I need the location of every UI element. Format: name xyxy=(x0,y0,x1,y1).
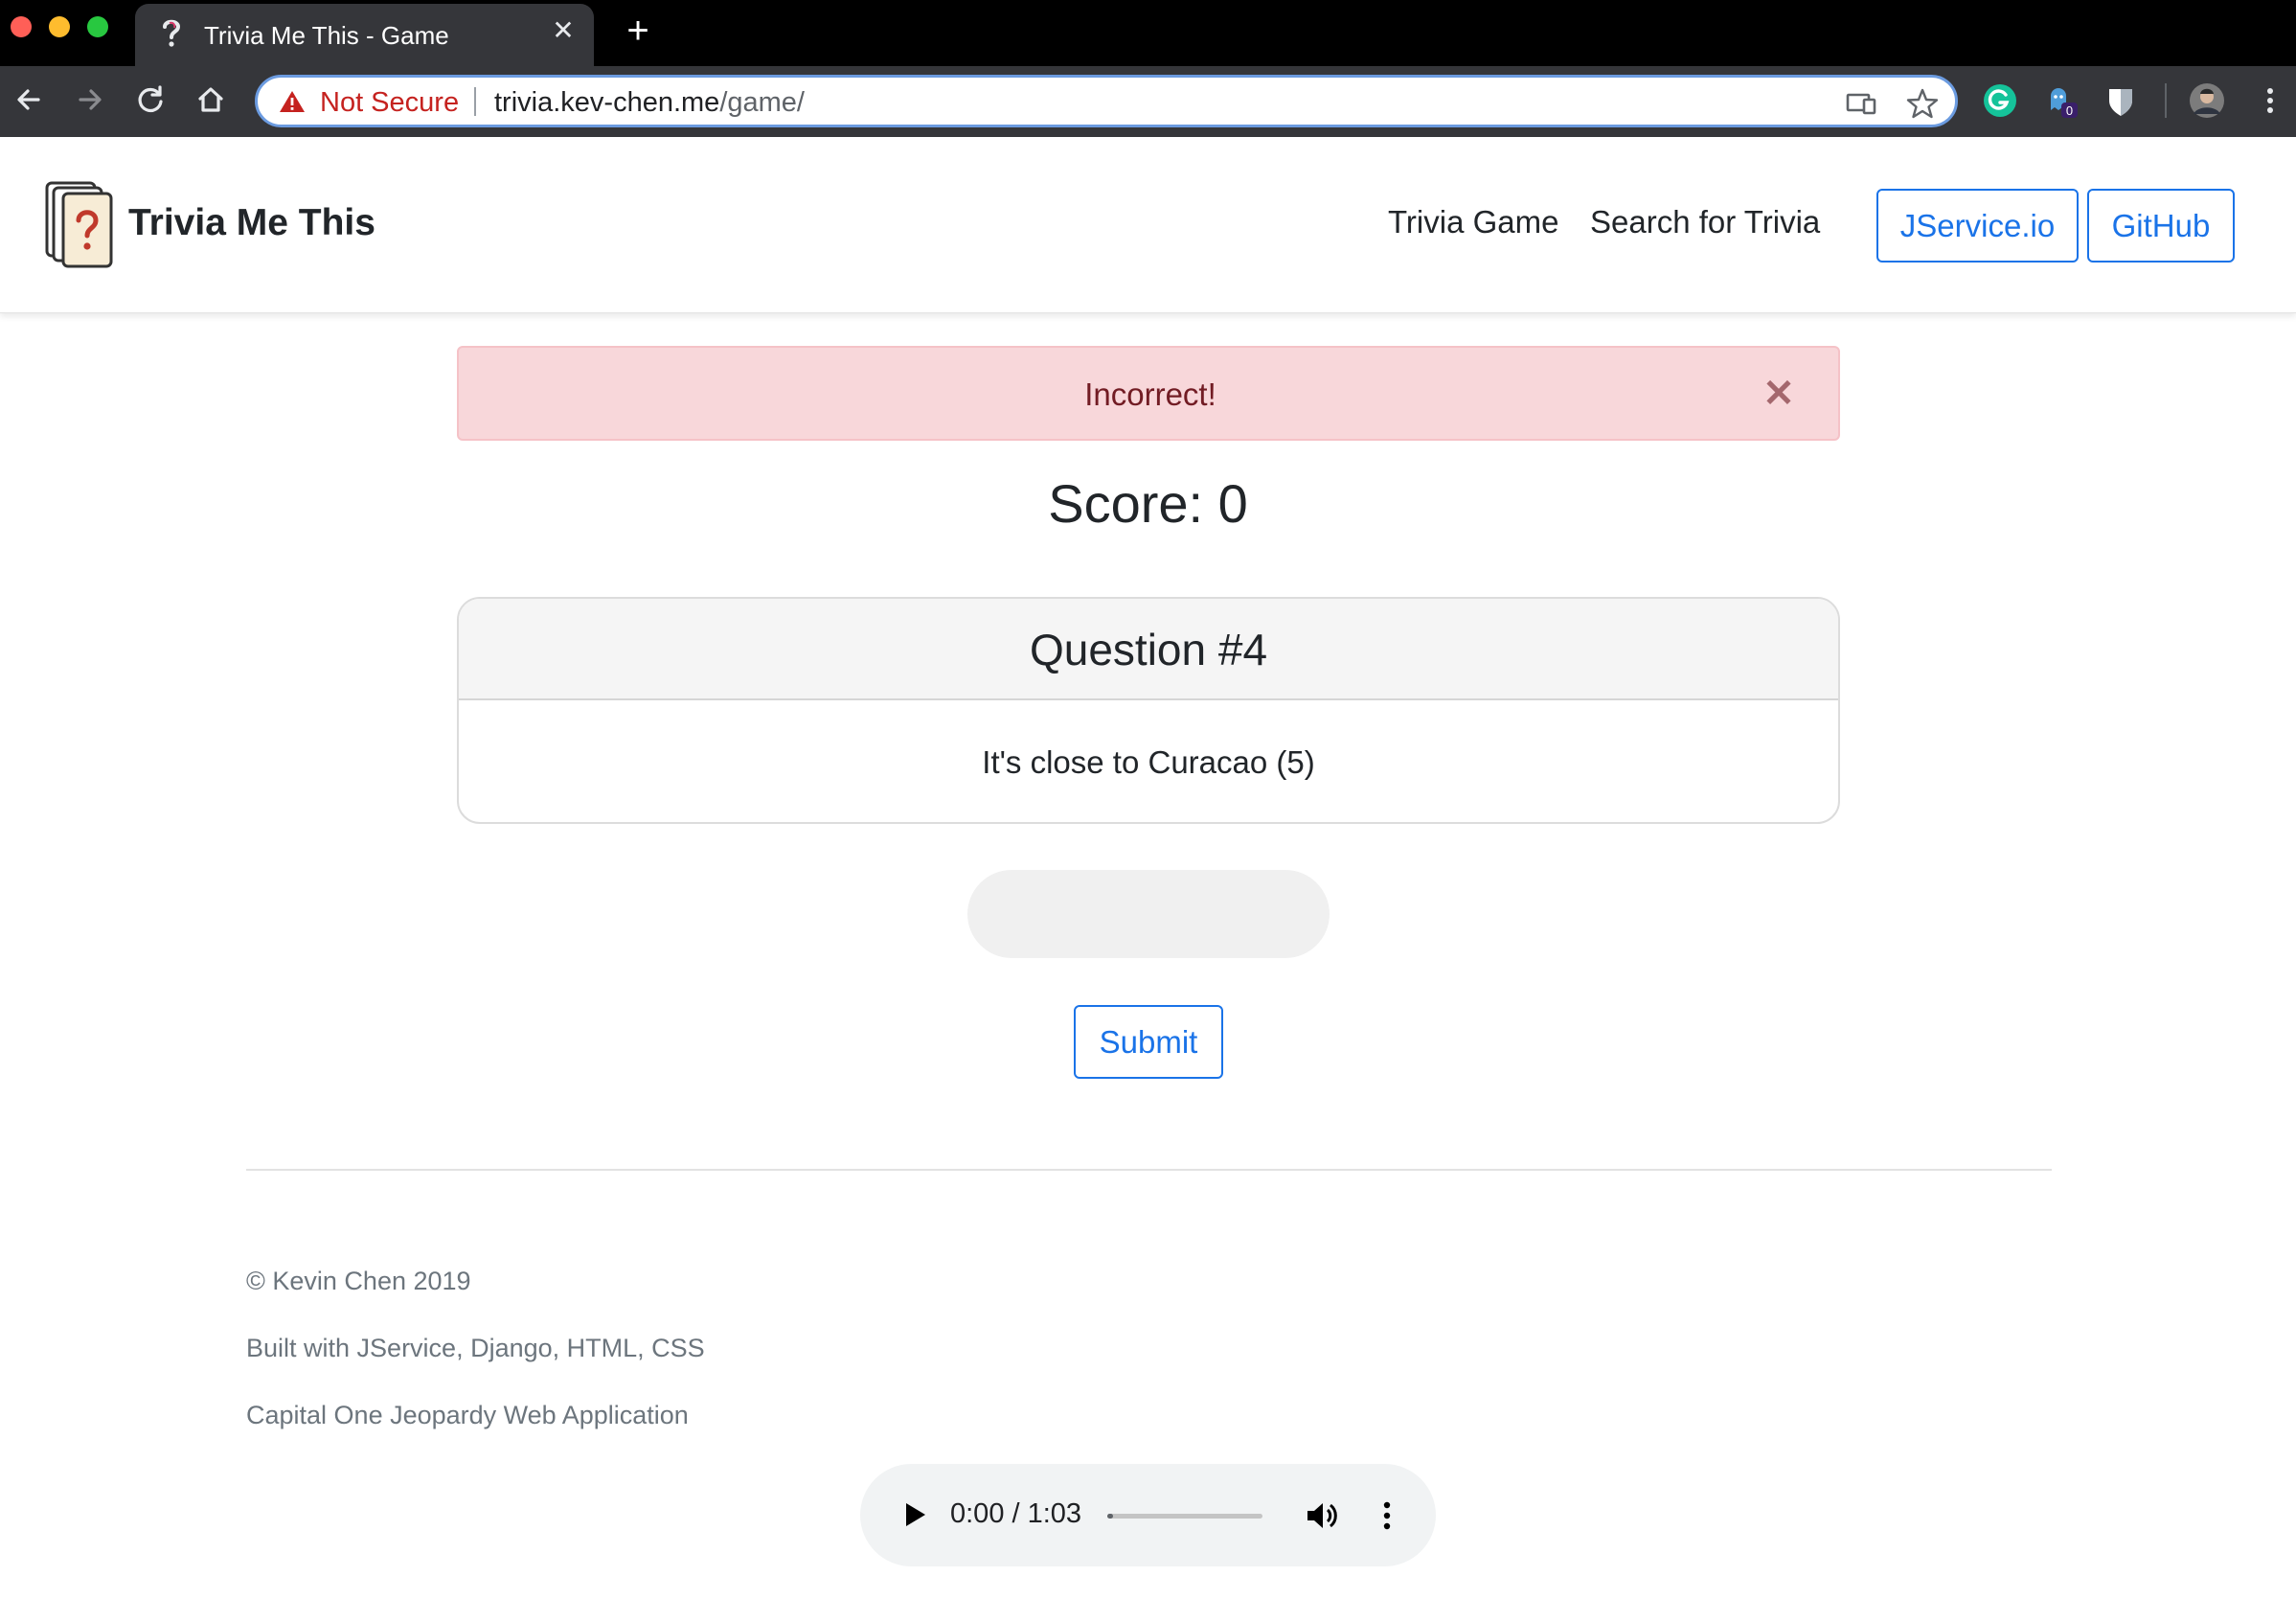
tab-title: Trivia Me This - Game xyxy=(204,21,449,50)
profile-avatar[interactable] xyxy=(2188,81,2226,120)
submit-button[interactable]: Submit xyxy=(1074,1005,1223,1079)
ghostery-icon[interactable]: 0 xyxy=(2042,81,2080,120)
question-title: Question #4 xyxy=(1029,625,1268,674)
audio-player: 0:00 / 1:03 xyxy=(860,1464,1436,1566)
question-card-header: Question #4 xyxy=(459,599,1838,700)
warning-icon xyxy=(280,91,305,112)
browser-tab[interactable]: Trivia Me This - Game ✕ xyxy=(135,4,594,66)
cast-icon[interactable] xyxy=(1845,87,1877,120)
url-text[interactable]: trivia.kev-chen.me/game/ xyxy=(494,87,805,119)
incorrect-alert: Incorrect! ✕ xyxy=(457,346,1840,441)
reload-icon[interactable] xyxy=(131,80,170,119)
footer-copyright: © Kevin Chen 2019 xyxy=(246,1267,471,1295)
nav-link-search-trivia[interactable]: Search for Trivia xyxy=(1590,204,1820,240)
url-host: trivia.kev-chen.me xyxy=(494,87,720,118)
trivia-cards-logo-icon[interactable] xyxy=(44,180,115,268)
window-close-button[interactable] xyxy=(11,16,32,37)
footer-built-with: Built with JService, Django, HTML, CSS xyxy=(246,1334,705,1362)
footer-description: Capital One Jeopardy Web Application xyxy=(246,1401,689,1429)
alert-message: Incorrect! xyxy=(1084,377,1216,412)
github-button[interactable]: GitHub xyxy=(2087,189,2235,263)
menu-icon[interactable] xyxy=(2251,81,2289,120)
question-text: It's close to Curacao (5) xyxy=(982,744,1315,780)
question-card: Question #4 It's close to Curacao (5) xyxy=(457,597,1840,824)
audio-progress-fill xyxy=(1107,1514,1113,1519)
not-secure-label[interactable]: Not Secure xyxy=(320,87,459,119)
window-minimize-button[interactable] xyxy=(49,16,70,37)
back-icon[interactable] xyxy=(10,80,48,119)
brand-title[interactable]: Trivia Me This xyxy=(128,202,375,244)
home-icon[interactable] xyxy=(192,80,230,119)
page-content: Trivia Me This Trivia Game Search for Tr… xyxy=(0,137,2296,1622)
browser-toolbar: Not Secure trivia.kev-chen.me/game/ 0 xyxy=(0,66,2296,137)
forward-icon[interactable] xyxy=(71,80,109,119)
more-options-icon[interactable] xyxy=(1377,1496,1397,1535)
play-icon[interactable] xyxy=(898,1498,931,1531)
volume-icon[interactable] xyxy=(1303,1496,1341,1535)
jservice-button[interactable]: JService.io xyxy=(1876,189,2079,263)
nav-link-trivia-game[interactable]: Trivia Game xyxy=(1388,204,1558,240)
question-mark-favicon-icon xyxy=(163,19,181,47)
alert-close-icon[interactable]: ✕ xyxy=(1760,375,1798,413)
bitwarden-icon[interactable] xyxy=(2102,81,2140,120)
url-path: /game/ xyxy=(719,87,805,118)
svg-text:0: 0 xyxy=(2066,103,2073,118)
score-display: Score: 0 xyxy=(1048,473,1248,534)
footer-divider xyxy=(246,1169,2052,1171)
address-separator xyxy=(474,87,476,116)
site-navbar: Trivia Me This Trivia Game Search for Tr… xyxy=(0,137,2296,313)
star-icon[interactable] xyxy=(1906,87,1939,120)
window-zoom-button[interactable] xyxy=(87,16,108,37)
audio-time: 0:00 / 1:03 xyxy=(950,1498,1082,1529)
tab-close-icon[interactable]: ✕ xyxy=(550,17,577,44)
grammarly-icon[interactable] xyxy=(1981,81,2019,120)
toolbar-divider xyxy=(2165,83,2167,118)
browser-tab-bar: Trivia Me This - Game ✕ + xyxy=(0,0,2296,66)
address-bar[interactable]: Not Secure trivia.kev-chen.me/game/ xyxy=(255,75,1958,127)
answer-input[interactable] xyxy=(967,870,1330,958)
new-tab-button[interactable]: + xyxy=(621,11,655,50)
audio-progress-slider[interactable] xyxy=(1107,1514,1262,1519)
